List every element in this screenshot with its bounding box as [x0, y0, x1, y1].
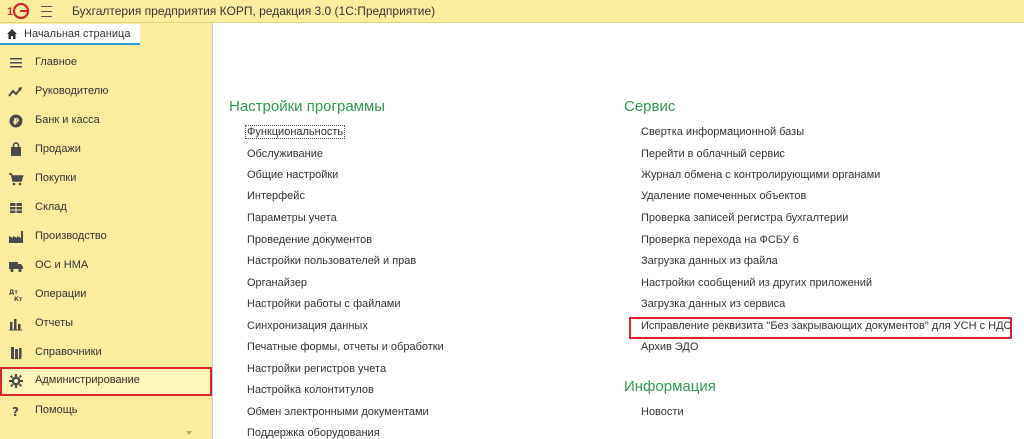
link-organizer[interactable]: Органайзер [247, 277, 307, 289]
link-exchange-journal[interactable]: Журнал обмена с контролирующими органами [641, 169, 880, 181]
link-data-sync[interactable]: Синхронизация данных [247, 320, 368, 332]
link-edo-archive[interactable]: Архив ЭДО [641, 341, 698, 353]
sidebar-item-label: Склад [35, 201, 67, 213]
menu-lines-icon [10, 58, 22, 68]
ruble-icon: ₽ [9, 114, 23, 128]
link-interface[interactable]: Интерфейс [247, 190, 305, 202]
sidebar-item-label: Отчеты [35, 317, 74, 329]
dt-kt-icon: ДтКт [9, 289, 23, 303]
tab-home[interactable]: Начальная страница [0, 24, 140, 45]
link-general-settings[interactable]: Общие настройки [247, 169, 338, 181]
shopping-bag-icon [11, 142, 21, 156]
section-title-settings: Настройки программы [229, 98, 386, 115]
section-title-service: Сервис [624, 98, 676, 115]
books-icon [11, 347, 22, 359]
link-equipment-support[interactable]: Поддержка оборудования [247, 427, 380, 439]
sidebar-item-label: Покупки [35, 172, 77, 184]
link-document-posting[interactable]: Проведение документов [247, 234, 372, 246]
sidebar-item-main[interactable]: Главное [0, 49, 212, 76]
tab-strip: Начальная страница [0, 23, 212, 45]
main-menu-icon[interactable] [41, 6, 52, 17]
link-accounting-params[interactable]: Параметры учета [247, 212, 337, 224]
link-message-settings[interactable]: Настройки сообщений из других приложений [641, 277, 872, 289]
link-edi-exchange[interactable]: Обмен электронными документами [247, 406, 429, 418]
link-register-settings[interactable]: Настройки регистров учета [247, 363, 386, 375]
sidebar-item-reports[interactable]: Отчеты [0, 310, 212, 337]
link-file-settings[interactable]: Настройки работы с файлами [247, 298, 401, 310]
sidebar-item-label: Администрирование [35, 374, 140, 386]
sidebar-item-label: Помощь [35, 404, 78, 416]
link-check-register[interactable]: Проверка записей регистра бухгалтерии [641, 212, 848, 224]
sidebar-item-sales[interactable]: Продажи [0, 136, 212, 163]
sidebar-item-label: Продажи [35, 143, 81, 155]
sidebar-item-production[interactable]: Производство [0, 223, 212, 250]
sidebar-item-label: Руководителю [35, 85, 109, 97]
sidebar-item-director[interactable]: Руководителю [0, 78, 212, 105]
svg-text:₽: ₽ [13, 118, 19, 128]
link-functionality[interactable]: Функциональность [245, 125, 346, 139]
tab-home-label: Начальная страница [24, 28, 131, 40]
svg-text:?: ? [12, 405, 19, 419]
sidebar-item-bank[interactable]: ₽ Банк и касса [0, 107, 212, 134]
sidebar-item-operations[interactable]: Дт Кт Операции [0, 281, 212, 308]
home-icon [7, 29, 17, 39]
bar-chart-icon [9, 319, 22, 331]
link-delete-marked[interactable]: Удаление помеченных объектов [641, 190, 806, 202]
sidebar-item-directories[interactable]: Справочники [0, 339, 212, 366]
sidebar-item-label: ОС и НМА [35, 259, 89, 271]
panel-divider [212, 22, 213, 439]
cart-icon [9, 173, 24, 186]
sidebar-item-label: Главное [35, 56, 78, 68]
title-bar: 1 Бухгалтерия предприятия КОРП, редакция… [0, 0, 1024, 23]
window-title: Бухгалтерия предприятия КОРП, редакция 3… [72, 4, 436, 18]
link-load-from-service[interactable]: Загрузка данных из сервиса [641, 298, 785, 310]
svg-text:Кт: Кт [14, 296, 23, 303]
link-headers-footers[interactable]: Настройка колонтитулов [247, 384, 374, 396]
sidebar-item-label: Операции [35, 288, 87, 300]
sidebar-item-label: Справочники [35, 346, 102, 358]
svg-text:1: 1 [7, 6, 13, 18]
link-maintenance[interactable]: Обслуживание [247, 148, 323, 160]
scroll-down-icon[interactable] [186, 430, 192, 436]
section-title-info: Информация [624, 378, 716, 395]
sidebar-item-help[interactable]: ? Помощь [0, 397, 212, 424]
sidebar-item-warehouse[interactable]: Склад [0, 194, 212, 221]
1c-logo-icon[interactable]: 1 [6, 2, 30, 20]
link-print-forms[interactable]: Печатные формы, отчеты и обработки [247, 341, 444, 353]
sidebar-item-purchases[interactable]: Покупки [0, 165, 212, 192]
warehouse-grid-icon [10, 203, 22, 213]
factory-icon [9, 231, 23, 243]
link-news[interactable]: Новости [641, 406, 684, 418]
truck-icon [9, 262, 23, 273]
link-db-collapse[interactable]: Свертка информационной базы [641, 126, 804, 138]
sidebar-item-label: Производство [35, 230, 107, 242]
link-user-rights[interactable]: Настройки пользователей и прав [247, 255, 416, 267]
link-load-from-file[interactable]: Загрузка данных из файла [641, 255, 778, 267]
link-check-fsbu6[interactable]: Проверка перехода на ФСБУ 6 [641, 234, 799, 246]
trend-up-icon [8, 87, 22, 97]
link-cloud-service[interactable]: Перейти в облачный сервис [641, 148, 785, 160]
svg-text:Дт: Дт [9, 289, 18, 296]
link-fix-attribute-usn[interactable]: Исправление реквизита "Без закрывающих д… [641, 320, 1011, 332]
sidebar-item-label: Банк и касса [35, 114, 100, 126]
gear-icon [9, 374, 23, 388]
sidebar: Главное Руководителю ₽ Банк и касса Прод… [0, 45, 212, 439]
sidebar-item-assets[interactable]: ОС и НМА [0, 252, 212, 279]
sidebar-item-administration[interactable]: Администрирование [0, 367, 212, 396]
question-icon: ? [12, 405, 19, 419]
